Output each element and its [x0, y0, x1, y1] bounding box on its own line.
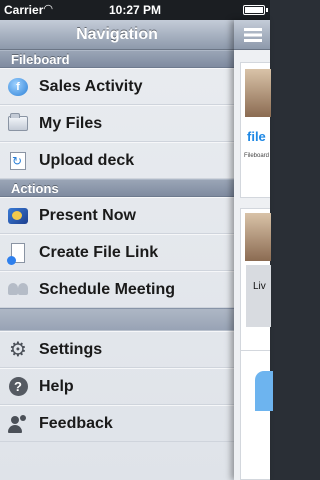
card-body [246, 265, 271, 327]
navigation-title: Navigation [0, 20, 234, 50]
feedback-icon [7, 413, 29, 435]
upload-icon [7, 150, 29, 172]
section-divider [0, 308, 234, 331]
navigation-drawer: Navigation Fileboard f Sales Activity My… [0, 20, 234, 480]
fileboard-cloud-icon: f [7, 76, 29, 98]
status-bar: Carrier ◠ 10:27 PM [0, 0, 270, 20]
menu-item-label: Sales Activity [39, 77, 143, 95]
menu-item-feedback[interactable]: Feedback [0, 405, 234, 442]
menu-item-label: Feedback [39, 414, 113, 432]
content-panel[interactable]: file Fileboard Liv [234, 20, 273, 480]
menu-item-my-files[interactable]: My Files [0, 105, 234, 142]
hamburger-menu-icon[interactable] [244, 28, 262, 42]
menu-item-label: Upload deck [39, 151, 135, 169]
menu-item-present-now[interactable]: Present Now [0, 197, 234, 234]
card-text: Liv [253, 281, 266, 292]
battery-icon [243, 5, 268, 15]
contact-photo [245, 213, 271, 261]
content-card[interactable] [240, 350, 273, 480]
content-navbar [234, 20, 270, 50]
content-card[interactable]: Liv [240, 208, 271, 354]
menu-item-create-file-link[interactable]: Create File Link [0, 234, 234, 271]
menu-item-label: Create File Link [39, 243, 159, 261]
avatar-placeholder-icon [255, 371, 273, 411]
file-link-icon [7, 242, 29, 265]
fileboard-logo: file [247, 129, 266, 144]
card-caption: Fileboard [244, 153, 270, 159]
menu-item-label: Schedule Meeting [39, 280, 176, 298]
menu-item-sales-activity[interactable]: f Sales Activity [0, 68, 234, 105]
menu-item-label: Help [39, 377, 74, 395]
contact-photo [245, 69, 271, 117]
folder-icon [7, 113, 29, 135]
menu-item-label: My Files [39, 114, 103, 132]
gear-icon: ⚙ [9, 338, 27, 361]
menu-item-upload-deck[interactable]: Upload deck [0, 142, 234, 179]
section-header-fileboard: Fileboard [0, 50, 234, 68]
section-header-actions: Actions [0, 179, 234, 197]
present-icon [7, 205, 29, 227]
menu-item-label: Settings [39, 340, 103, 358]
meeting-icon [7, 279, 29, 301]
help-icon: ? [7, 376, 29, 398]
menu-item-label: Present Now [39, 206, 136, 224]
content-card[interactable]: file Fileboard [240, 62, 271, 198]
menu-item-settings[interactable]: ⚙ Settings [0, 331, 234, 368]
clock: 10:27 PM [108, 3, 162, 17]
menu-item-schedule-meeting[interactable]: Schedule Meeting [0, 271, 234, 308]
menu-item-help[interactable]: ? Help [0, 368, 234, 405]
